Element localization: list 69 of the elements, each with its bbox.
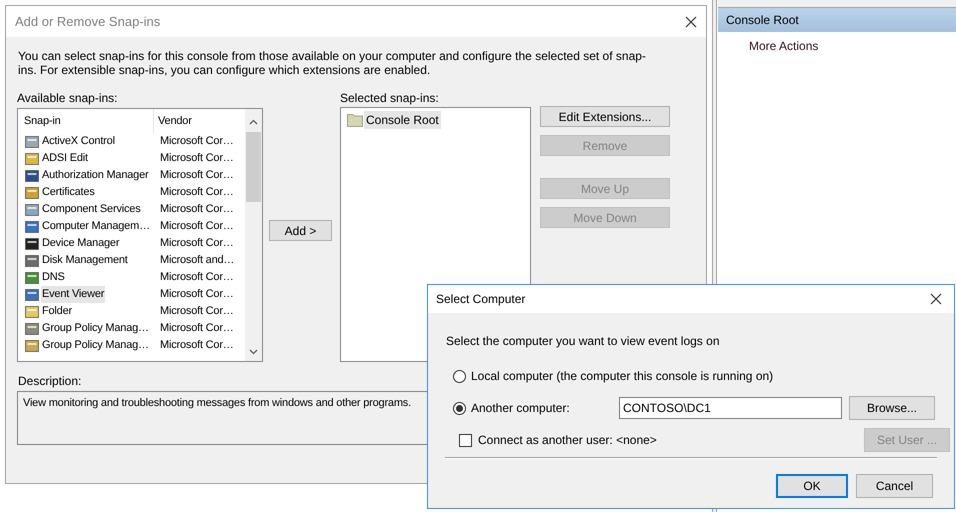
close-icon[interactable]: [930, 293, 942, 305]
radio-label[interactable]: Local computer (the computer this console is running on): [471, 367, 774, 385]
snap-in-name[interactable]: Event Viewer: [41, 286, 106, 303]
snap-in-icon: [24, 168, 40, 184]
vendor-cell-text: Microsoft Cor…: [159, 185, 234, 200]
snap-in-name[interactable]: Group Policy Manag…: [41, 320, 150, 337]
intro-text: You can select snap-ins for this console from those available on your computer and configure the selected set of snap-ins. For extensible snap-ins, you can configure which extensions are enabled.: [18, 49, 647, 77]
vendor-cell-text: Microsoft Cor…: [159, 304, 234, 320]
computer-field[interactable]: CONTOSO\DC1: [619, 397, 842, 419]
scrollbar[interactable]: [245, 109, 262, 361]
button[interactable]: OK: [776, 474, 848, 498]
snap-in-name[interactable]: Computer Managem…: [41, 218, 151, 235]
snap-in-icon: [24, 252, 40, 268]
radio-button[interactable]: [453, 402, 466, 414]
snap-in-name[interactable]: Device Manager: [41, 235, 120, 252]
snap-in-name[interactable]: DNS: [41, 269, 66, 286]
vendor-cell-text: Microsoft Cor…: [159, 270, 234, 286]
vendor-cell-text: Microsoft Cor…: [159, 168, 234, 184]
button[interactable]: Add >: [269, 220, 332, 241]
column-header[interactable]: Vendor: [154, 109, 192, 133]
radio-label[interactable]: Another computer:: [471, 399, 619, 417]
tree-item[interactable]: Console Root: [364, 111, 441, 129]
snap-in-name[interactable]: ActiveX Control: [41, 133, 116, 150]
snap-in-icon: [24, 150, 40, 166]
vendor-cell-text: Microsoft Cor…: [159, 219, 234, 234]
window-title: Select Computer: [436, 291, 526, 308]
snap-in-name[interactable]: Disk Management: [41, 252, 129, 269]
column-header[interactable]: Snap-in: [18, 109, 154, 133]
snap-in-icon: [24, 286, 40, 302]
snap-in-icon: [24, 202, 40, 218]
vendor-cell-text: Microsoft Cor…: [159, 202, 234, 218]
close-icon[interactable]: [685, 16, 697, 28]
vendor-cell-text: Microsoft Cor…: [159, 287, 234, 302]
scroll-thumb[interactable]: [246, 132, 261, 202]
snap-in-name[interactable]: ADSI Edit: [41, 150, 89, 167]
button[interactable]: Edit Extensions...: [540, 106, 670, 127]
snap-in-icon: [24, 134, 40, 150]
snap-in-name[interactable]: Authorization Manager: [41, 167, 150, 184]
snap-in-icon: [24, 320, 40, 336]
snap-in-name[interactable]: Component Services: [41, 201, 142, 218]
snap-in-icon: [24, 184, 40, 200]
folder-icon: [347, 113, 363, 127]
snap-in-icon: [24, 236, 40, 252]
vendor-cell-text: Microsoft and…: [159, 253, 234, 268]
snap-in-icon: [24, 338, 40, 354]
scroll-up-icon[interactable]: [249, 119, 258, 125]
available-label: Available snap-ins:: [17, 91, 118, 105]
snap-in-name[interactable]: Certificates: [41, 184, 96, 201]
window-title: Add or Remove Snap-ins: [15, 12, 160, 31]
radio-button[interactable]: [453, 370, 466, 382]
button[interactable]: Cancel: [856, 474, 933, 498]
snap-in-list[interactable]: [17, 108, 263, 362]
action-link[interactable]: More Actions: [749, 37, 818, 55]
button[interactable]: Browse...: [849, 396, 935, 420]
snap-in-icon: [24, 270, 40, 286]
snap-in-icon: [24, 304, 40, 320]
actions-header: Console Root: [718, 8, 956, 32]
vendor-cell-text: Microsoft Cor…: [159, 151, 234, 166]
description-label: Description:: [18, 374, 82, 388]
vendor-cell-text: Microsoft Cor…: [159, 236, 234, 252]
vendor-cell-text: Microsoft Cor…: [159, 338, 234, 354]
snap-in-name[interactable]: Group Policy Manag…: [41, 337, 150, 354]
snap-in-name[interactable]: Folder: [41, 303, 73, 320]
vendor-cell-text: Microsoft Cor…: [159, 321, 234, 336]
scroll-down-icon[interactable]: [249, 349, 258, 355]
checkbox[interactable]: [459, 434, 472, 446]
selected-label: Selected snap-ins:: [340, 91, 439, 105]
vendor-cell-text: Microsoft Cor…: [159, 134, 234, 150]
snap-in-icon: [24, 218, 40, 234]
